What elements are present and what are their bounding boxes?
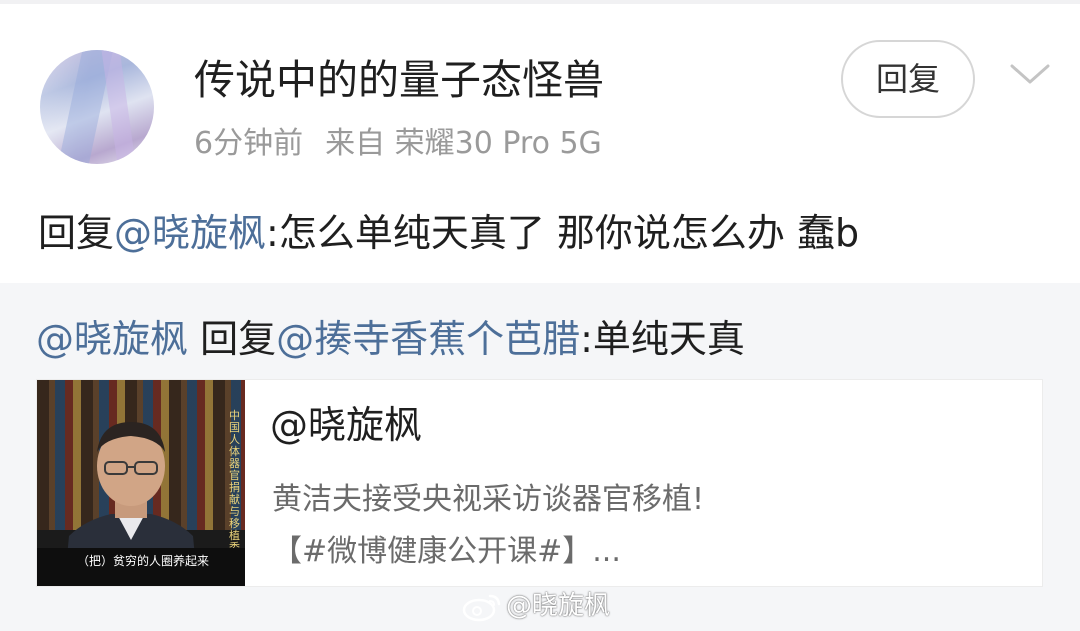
quoted-text: :单纯天真: [580, 317, 745, 361]
watermark-text: @晓旋枫: [506, 591, 611, 621]
video-thumbnail[interactable]: 中国人体器官捐献与移植委员会主任 黄洁夫 （把）贫穷的人圈养起来: [37, 380, 245, 586]
mention-link[interactable]: @晓旋枫: [114, 211, 266, 255]
card-description: 黄洁夫接受央视采访谈器官移植! 【#微博健康公开课#】...: [272, 474, 704, 578]
post-source: 来自 荣耀30 Pro 5G: [325, 126, 602, 161]
quoted-mention-link[interactable]: @揍寺香蕉个芭腊: [276, 317, 580, 361]
watermark: @晓旋枫: [462, 588, 610, 624]
card-desc-line2: 【#微博健康公开课#】...: [272, 534, 621, 569]
card-desc-line1: 黄洁夫接受央视采访谈器官移植!: [272, 482, 705, 517]
comment-body: :怎么单纯天真了 那你说怎么办 蠢b: [266, 211, 860, 255]
chevron-down-icon[interactable]: [1008, 60, 1052, 88]
weibo-logo-icon: [462, 594, 501, 621]
reply-button[interactable]: 回复: [841, 40, 975, 118]
top-divider: [0, 0, 1080, 4]
post-meta: 6分钟前 来自 荣耀30 Pro 5G: [194, 124, 602, 164]
quoted-reply-word: 回复: [188, 317, 277, 361]
thumbnail-caption: （把）贫穷的人圈养起来: [77, 554, 210, 568]
avatar[interactable]: [40, 50, 154, 164]
quoted-comment: @晓旋枫 回复@揍寺香蕉个芭腊:单纯天真: [36, 312, 745, 366]
card-title[interactable]: @晓旋枫: [270, 398, 422, 452]
comment-text: 回复@晓旋枫:怎么单纯天真了 那你说怎么办 蠢b: [38, 206, 859, 260]
comment-prefix: 回复: [38, 211, 115, 255]
username[interactable]: 传说中的的量子态怪兽: [194, 52, 604, 108]
post-time: 6分钟前: [194, 126, 304, 161]
quoted-author-link[interactable]: @晓旋枫: [36, 317, 188, 361]
